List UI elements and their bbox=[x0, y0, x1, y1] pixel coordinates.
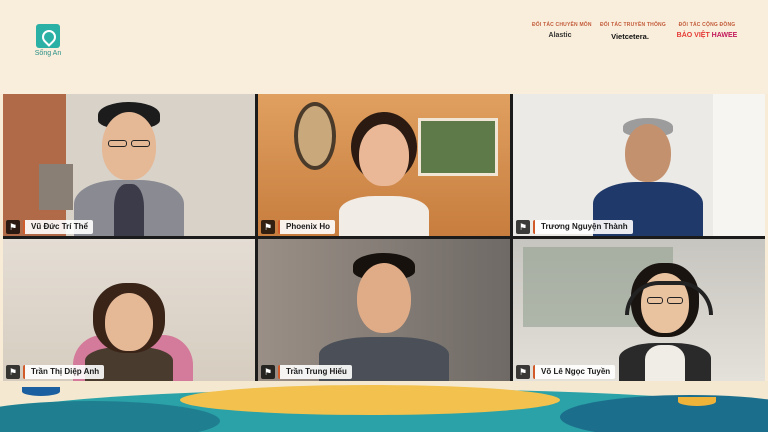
participant-nametag: ⚑ Trần Trung Hiếu bbox=[261, 365, 352, 379]
partner-title: ĐỐI TÁC TRUYỀN THÔNG bbox=[600, 22, 666, 28]
pin-icon[interactable]: ⚑ bbox=[261, 220, 275, 234]
video-tile[interactable]: ⚑ Trần Trung Hiếu bbox=[258, 239, 510, 381]
pin-icon[interactable]: ⚑ bbox=[516, 365, 530, 379]
participant-nametag: ⚑ Trương Nguyện Thành bbox=[516, 220, 633, 234]
partner-logos-community: BẢO VIỆT HAWEE bbox=[672, 32, 742, 39]
video-tile[interactable]: ⚑ Trần Thị Diệp Anh bbox=[3, 239, 255, 381]
participant-name: Trương Nguyện Thành bbox=[533, 220, 633, 234]
participant-video bbox=[593, 118, 703, 236]
boat-icon bbox=[678, 397, 716, 406]
participant-nametag: ⚑ Vũ Đức Trí Thể bbox=[6, 220, 93, 234]
partner-logo-alastic: Alastic bbox=[548, 32, 572, 39]
participant-name: Vũ Đức Trí Thể bbox=[23, 220, 93, 234]
song-an-logo-icon bbox=[36, 24, 60, 48]
participant-video bbox=[329, 112, 439, 236]
partner-title: ĐỐI TÁC CỘNG ĐỒNG bbox=[678, 22, 736, 28]
video-tile-active-speaker[interactable]: ⚑ Võ Lê Ngọc Tuyền bbox=[513, 239, 765, 381]
participant-name: Trần Trung Hiếu bbox=[278, 365, 352, 379]
video-tile[interactable]: ⚑ Vũ Đức Trí Thể bbox=[3, 94, 255, 236]
participant-name: Trần Thị Diệp Anh bbox=[23, 365, 105, 379]
participant-name: Phoenix Ho bbox=[278, 220, 336, 234]
pin-icon[interactable]: ⚑ bbox=[261, 365, 275, 379]
event-header: Sống An ĐỐI TÁC CHUYÊN MÔN Alastic ĐỐI T… bbox=[0, 0, 768, 94]
participant-nametag: ⚑ Võ Lê Ngọc Tuyền bbox=[516, 365, 616, 379]
partner-title: ĐỐI TÁC CHUYÊN MÔN bbox=[532, 22, 592, 28]
participant-video bbox=[615, 263, 715, 381]
partner-media: ĐỐI TÁC TRUYỀN THÔNG Vietcetera. bbox=[600, 22, 666, 41]
participant-name: Võ Lê Ngọc Tuyền bbox=[533, 365, 616, 379]
partner-logo-vietcetera: Vietcetera. bbox=[611, 32, 649, 41]
pin-icon[interactable]: ⚑ bbox=[516, 220, 530, 234]
video-grid: ⚑ Vũ Đức Trí Thể ⚑ Phoenix Ho ⚑ Trương N… bbox=[3, 94, 765, 381]
pin-icon[interactable]: ⚑ bbox=[6, 220, 20, 234]
boat-icon bbox=[22, 387, 60, 396]
partner-logo-baoviet: BẢO VIỆT bbox=[676, 32, 710, 39]
video-tile[interactable]: ⚑ Trương Nguyện Thành bbox=[513, 94, 765, 236]
participant-video bbox=[319, 253, 449, 381]
participant-nametag: ⚑ Trần Thị Diệp Anh bbox=[6, 365, 105, 379]
brand-name: Sống An bbox=[34, 50, 62, 57]
partner-community: ĐỐI TÁC CỘNG ĐỒNG BẢO VIỆT HAWEE bbox=[672, 22, 742, 39]
participant-nametag: ⚑ Phoenix Ho bbox=[261, 220, 336, 234]
participant-video bbox=[64, 100, 194, 236]
video-tile[interactable]: ⚑ Phoenix Ho bbox=[258, 94, 510, 236]
partner-professional: ĐỐI TÁC CHUYÊN MÔN Alastic bbox=[532, 22, 592, 39]
decorative-footer bbox=[0, 381, 768, 432]
pin-icon[interactable]: ⚑ bbox=[6, 365, 20, 379]
song-an-logo: Sống An bbox=[33, 24, 63, 57]
partner-logo-hawee: HAWEE bbox=[711, 32, 738, 39]
